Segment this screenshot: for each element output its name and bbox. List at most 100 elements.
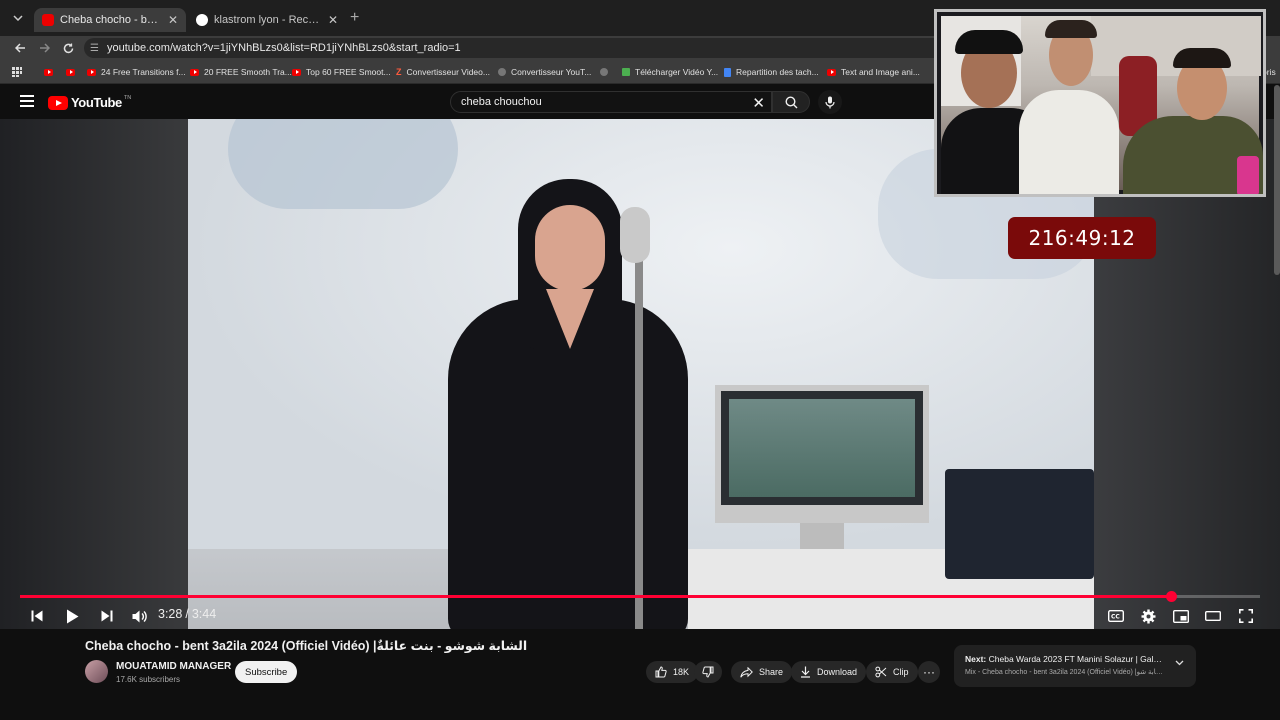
bookmark-item[interactable]: Text and Image ani... — [827, 65, 920, 79]
youtube-icon — [42, 14, 54, 26]
svg-text:CC: CC — [1111, 614, 1120, 621]
play-icon — [66, 609, 78, 623]
forward-button[interactable] — [35, 39, 53, 57]
subscribe-button[interactable]: Subscribe — [235, 661, 298, 683]
gear-icon — [1141, 609, 1155, 623]
bookmark-item[interactable]: Repartition des tach... — [724, 65, 819, 79]
tab-search-button[interactable] — [8, 8, 28, 28]
previous-button[interactable] — [28, 606, 46, 626]
youtube-icon — [292, 68, 301, 76]
channel-name[interactable]: MOUATAMID MANAGER — [116, 661, 231, 672]
video-scene-monitor-stand — [800, 523, 844, 549]
duration: 3:44 — [191, 607, 217, 621]
thumbs-down-icon — [702, 666, 714, 678]
url-text: youtube.com/watch?v=1jiYNhBLzs0&list=RD1… — [106, 42, 461, 54]
bookmark-item[interactable]: Top 60 FREE Smoot... — [292, 65, 391, 79]
miniplayer-icon — [1173, 609, 1189, 623]
dislike-button[interactable] — [694, 661, 722, 683]
tab-google[interactable]: klastrom lyon - Recherche Goo ✕ — [188, 8, 346, 32]
close-tab-icon[interactable]: ✕ — [328, 13, 338, 27]
bookmark-item[interactable]: Télécharger Vidéo Y... — [622, 65, 718, 79]
settings-button[interactable] — [1138, 606, 1158, 626]
address-bar[interactable]: ☰ youtube.com/watch?v=1jiYNhBLzs0&list=R… — [84, 38, 944, 58]
channel-avatar[interactable] — [85, 660, 108, 683]
youtube-logo[interactable]: YouTube TN — [48, 95, 131, 110]
youtube-icon — [66, 68, 75, 76]
microphone-icon — [825, 96, 835, 108]
person-2-body — [1019, 90, 1119, 194]
tab-title: Cheba chocho - bent 3a2ila 20 — [60, 14, 162, 26]
close-tab-icon[interactable]: ✕ — [168, 13, 178, 27]
subscriber-count: 17.6K subscribers — [116, 675, 181, 684]
theater-mode-button[interactable] — [1203, 606, 1223, 626]
download-icon — [801, 666, 810, 678]
back-button[interactable] — [11, 39, 29, 57]
video-scene-singer — [418, 179, 698, 629]
reload-button[interactable] — [59, 39, 77, 57]
globe-icon — [498, 68, 506, 76]
tab-youtube[interactable]: Cheba chocho - bent 3a2ila 20 ✕ — [34, 8, 186, 32]
current-time: 3:28 — [158, 607, 183, 621]
page-scrollbar[interactable] — [1274, 85, 1280, 275]
person-1-cap — [955, 30, 1023, 54]
skip-previous-icon — [31, 610, 43, 622]
share-button[interactable]: Share — [731, 661, 793, 683]
theater-mode-icon — [1205, 611, 1221, 621]
webcam-overlay — [934, 9, 1266, 197]
search-icon — [784, 95, 797, 108]
clip-button[interactable]: Clip — [866, 661, 918, 683]
google-icon — [196, 14, 208, 26]
clear-search-icon[interactable]: ✕ — [752, 94, 765, 112]
up-next-title: Next: Cheba Warda 2023 FT Manini Solazur… — [965, 654, 1165, 664]
docs-icon — [724, 67, 731, 77]
subtitles-button[interactable]: CC — [1106, 606, 1126, 626]
video-scene-mic-stand — [635, 219, 643, 629]
fullscreen-button[interactable] — [1236, 606, 1256, 626]
globe-icon — [600, 68, 608, 76]
bookmark-item[interactable]: Convertisseur YouT... — [498, 65, 591, 79]
menu-icon[interactable] — [20, 95, 34, 107]
download-icon — [622, 68, 630, 76]
new-tab-button[interactable]: + — [350, 9, 359, 27]
like-count: 18K — [673, 667, 690, 677]
reload-icon — [63, 43, 73, 53]
voice-search-button[interactable] — [818, 90, 842, 114]
progress-bar[interactable] — [20, 591, 1260, 602]
volume-icon — [132, 610, 147, 622]
youtube-play-logo-icon — [48, 95, 68, 110]
miniplayer-button[interactable] — [1171, 606, 1191, 626]
volume-button[interactable] — [129, 606, 149, 626]
next-button[interactable] — [98, 606, 116, 626]
bookmark-item[interactable] — [44, 65, 58, 79]
chevron-down-icon — [13, 15, 23, 21]
bookmark-item[interactable]: 20 FREE Smooth Tra... — [190, 65, 292, 79]
search-input[interactable]: cheba chouchou ✕ — [450, 91, 772, 113]
apps-button[interactable] — [12, 65, 22, 79]
play-button[interactable] — [62, 606, 82, 626]
arrow-left-icon — [14, 43, 25, 53]
video-scene-monitor — [715, 385, 929, 523]
video-scene-microphone — [620, 207, 650, 263]
fullscreen-icon — [1239, 609, 1253, 623]
bookmark-item[interactable] — [66, 65, 80, 79]
site-info-icon[interactable]: ☰ — [90, 43, 99, 54]
share-icon — [740, 666, 753, 678]
thumbs-up-icon — [655, 666, 667, 678]
like-button[interactable]: 18K — [646, 661, 699, 683]
bookmark-item[interactable] — [600, 65, 613, 79]
progress-scrubber[interactable] — [1165, 591, 1177, 602]
progress-fill — [20, 595, 1172, 598]
bookmark-item[interactable]: 24 Free Transitions f... — [87, 65, 186, 79]
download-button[interactable]: Download — [791, 661, 867, 683]
video-title: Cheba chocho - bent 3a2ila 2024 (Officie… — [85, 639, 528, 653]
screen: Cheba chocho - bent 3a2ila 20 ✕ klastrom… — [0, 0, 1280, 720]
bookmark-item[interactable]: Z Convertisseur Video... — [396, 65, 490, 79]
up-next-card[interactable]: Next: Cheba Warda 2023 FT Manini Solazur… — [954, 645, 1196, 687]
search-button[interactable] — [772, 91, 810, 113]
z-icon: Z — [396, 67, 402, 77]
tab-title: klastrom lyon - Recherche Goo — [214, 14, 322, 26]
expand-chevron-icon[interactable] — [1175, 658, 1184, 669]
more-actions-button[interactable]: ··· — [918, 661, 940, 683]
closed-captions-icon: CC — [1108, 610, 1124, 622]
country-code: TN — [123, 94, 132, 101]
